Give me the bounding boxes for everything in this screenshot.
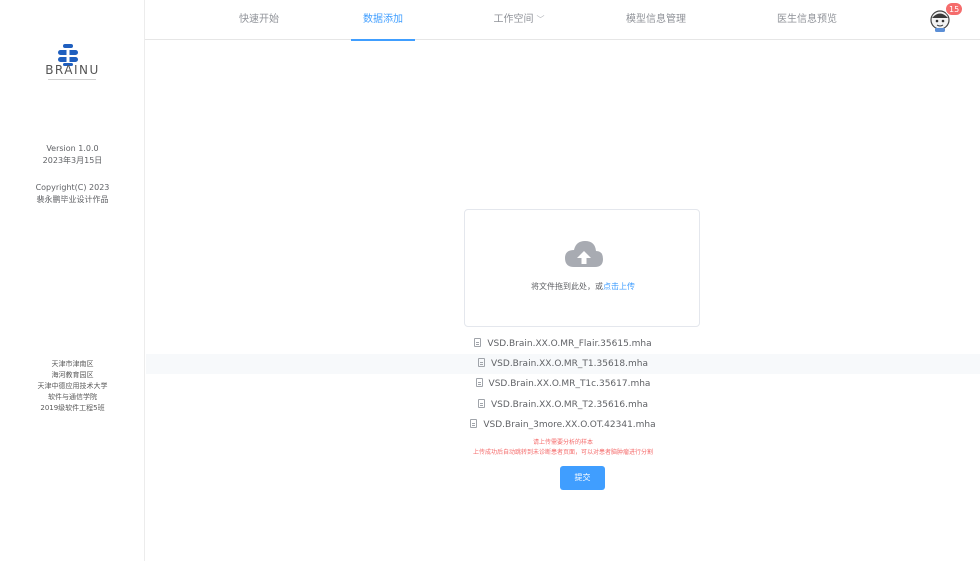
- file-list-item[interactable]: VSD.Brain_3more.XX.O.OT.42341.mha: [146, 415, 980, 435]
- brand-name: BRAINU: [45, 63, 100, 77]
- sidebar: BRAINU Version 1.0.0 2023年3月15日 Copyrigh…: [0, 0, 145, 561]
- file-list-item[interactable]: VSD.Brain.XX.O.MR_T2.35616.mha: [146, 395, 980, 415]
- nav-doctor-info[interactable]: 医生信息预览: [769, 0, 845, 40]
- file-list-item[interactable]: VSD.Brain.XX.O.MR_T1.35618.mha: [146, 354, 980, 374]
- document-icon: [474, 338, 482, 347]
- address-line: 天津市津南区: [51, 360, 94, 368]
- file-name: VSD.Brain.XX.O.MR_T1.35618.mha: [491, 359, 648, 369]
- nav-quick-start[interactable]: 快速开始: [233, 0, 285, 40]
- upload-tip-primary: 请上传需要分析的样本: [532, 439, 593, 446]
- chevron-down-icon: ﹀: [536, 15, 545, 24]
- notification-badge: 15: [945, 2, 964, 16]
- address-line: 2019级软件工程5班: [40, 404, 105, 412]
- document-icon: [475, 378, 483, 387]
- copyright-text: Copyright(C) 2023: [35, 183, 110, 192]
- upload-instructions: 将文件拖到此处，或点击上传: [465, 281, 701, 292]
- nav-data-add[interactable]: 数据添加: [351, 0, 415, 41]
- file-list-item[interactable]: VSD.Brain.XX.O.MR_T1c.35617.mha: [146, 374, 980, 394]
- nav-workspace-label: 工作空间: [493, 14, 534, 25]
- top-nav: 快速开始 数据添加 工作空间 ﹀ 模型信息管理 医生信息预览: [145, 0, 980, 41]
- nav-workspace[interactable]: 工作空间 ﹀: [487, 0, 551, 40]
- submit-button[interactable]: 提交: [560, 466, 605, 490]
- upload-dropzone[interactable]: 将文件拖到此处，或点击上传: [464, 209, 700, 327]
- release-date: 2023年3月15日: [42, 156, 103, 165]
- document-icon: [478, 358, 486, 367]
- upload-hint: 将文件拖到此处，或: [531, 282, 603, 291]
- address-line: 天津中德应用技术大学: [37, 382, 108, 390]
- file-name: VSD.Brain.XX.O.MR_T1c.35617.mha: [488, 379, 651, 389]
- document-icon: [478, 399, 486, 408]
- document-icon: [470, 419, 478, 428]
- file-name: VSD.Brain_3more.XX.O.OT.42341.mha: [483, 420, 656, 430]
- upload-link[interactable]: 点击上传: [603, 282, 635, 291]
- file-name: VSD.Brain.XX.O.MR_Flair.35615.mha: [487, 339, 652, 349]
- nav-model-info[interactable]: 模型信息管理: [618, 0, 694, 40]
- address-line: 海河教育园区: [51, 371, 94, 379]
- cloud-upload-icon: [565, 241, 603, 267]
- address-line: 软件与通信学院: [48, 393, 97, 401]
- author-text: 裴永鹏毕业设计作品: [36, 195, 109, 204]
- file-list-item[interactable]: VSD.Brain.XX.O.MR_Flair.35615.mha: [146, 334, 980, 354]
- upload-tip-secondary: 上传成功后自动跳转到未诊断患者页面，可以对患者脑肿瘤进行分割: [472, 449, 653, 456]
- brand-divider: [48, 79, 96, 80]
- version-text: Version 1.0.0: [46, 144, 99, 153]
- file-name: VSD.Brain.XX.O.MR_T2.35616.mha: [491, 400, 648, 410]
